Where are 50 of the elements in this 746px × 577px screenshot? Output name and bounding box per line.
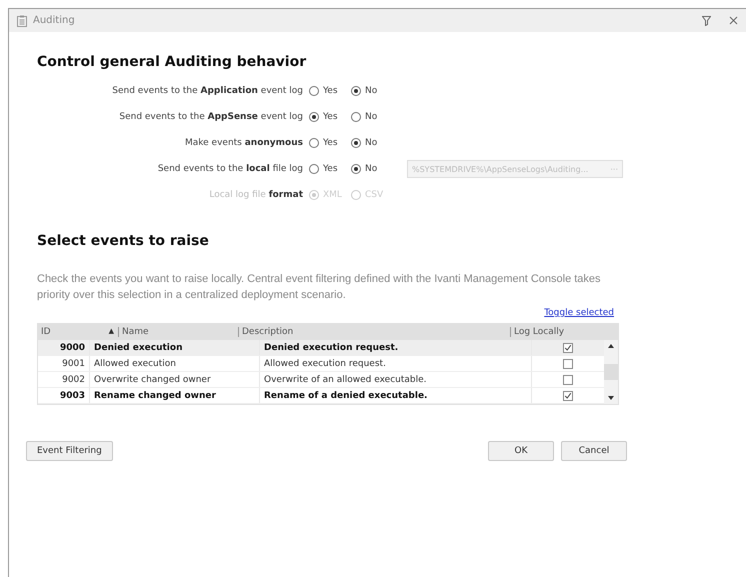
table-cell: 9003 [38, 388, 90, 403]
table-row[interactable]: 9002 Overwrite changed owner Overwrite of an allowed executable. [38, 372, 604, 388]
radio-button[interactable]: No [351, 164, 393, 174]
option-label: Send events to the local file log [156, 164, 304, 174]
table-cell: Allowed execution [90, 356, 260, 371]
option-label: Make events anonymous [184, 138, 304, 148]
table-row[interactable]: 9000 Denied execution Denied execution request. [38, 340, 604, 356]
checkbox[interactable] [563, 390, 573, 400]
column-header[interactable]: Name [118, 327, 238, 337]
table-cell: 9001 [38, 356, 90, 371]
window-title: Auditing [33, 15, 76, 26]
ok-button[interactable]: OK [488, 441, 554, 461]
radio-button[interactable]: No [351, 138, 393, 148]
table-cell: Allowed execution request. [260, 356, 532, 371]
option-label: Local log file format [208, 190, 304, 200]
radio-button[interactable]: Yes [309, 112, 351, 122]
table-row[interactable]: 9003 Rename changed owner Rename of a denied executable. [38, 388, 604, 404]
description-text: Check the events you want to raise locally. Central event filtering defined with the Ivanti Management Console takes priority over this selection in a centralized deployment scenario. [37, 272, 602, 303]
radio-button[interactable]: Yes [309, 86, 351, 96]
radio-button[interactable]: Yes [309, 164, 351, 174]
radio-button[interactable]: No [351, 112, 393, 122]
clipboard-icon [17, 14, 27, 26]
option-label: Send events to the Application event log [111, 86, 304, 96]
table-cell: Overwrite changed owner [90, 372, 260, 387]
table-cell: Overwrite of an allowed executable. [260, 372, 532, 387]
column-header[interactable]: Description [238, 327, 510, 337]
toggle-selected-link[interactable]: Toggle selected [544, 308, 614, 318]
section-heading: Control general Auditing behavior [37, 54, 308, 70]
scrollbar[interactable] [604, 340, 618, 404]
table-cell: 9002 [38, 372, 90, 387]
scroll-up-icon[interactable] [608, 344, 614, 348]
table-cell: Denied execution request. [260, 340, 532, 355]
table-cell: Rename changed owner [90, 388, 260, 403]
checkbox[interactable] [563, 358, 573, 368]
table-row[interactable]: 9001 Allowed execution Allowed execution request. [38, 356, 604, 372]
event-filtering-button[interactable]: Event Filtering [26, 441, 113, 461]
checkbox[interactable] [563, 374, 573, 384]
radio-button[interactable]: No [351, 86, 393, 96]
funnel-icon[interactable] [702, 16, 711, 26]
section-heading: Select events to raise [37, 233, 210, 249]
close-icon[interactable] [729, 16, 738, 25]
column-header[interactable]: Log Locally [510, 327, 582, 337]
table-cell: Denied execution [90, 340, 260, 355]
table-cell: 9000 [38, 340, 90, 355]
checkbox[interactable] [563, 342, 573, 352]
option-label: Send events to the AppSense event log [118, 112, 304, 122]
scroll-down-icon[interactable] [608, 396, 614, 400]
radio-button[interactable]: Yes [309, 138, 351, 148]
cancel-button[interactable]: Cancel [561, 441, 627, 461]
table-cell: Rename of a denied executable. [260, 388, 532, 403]
